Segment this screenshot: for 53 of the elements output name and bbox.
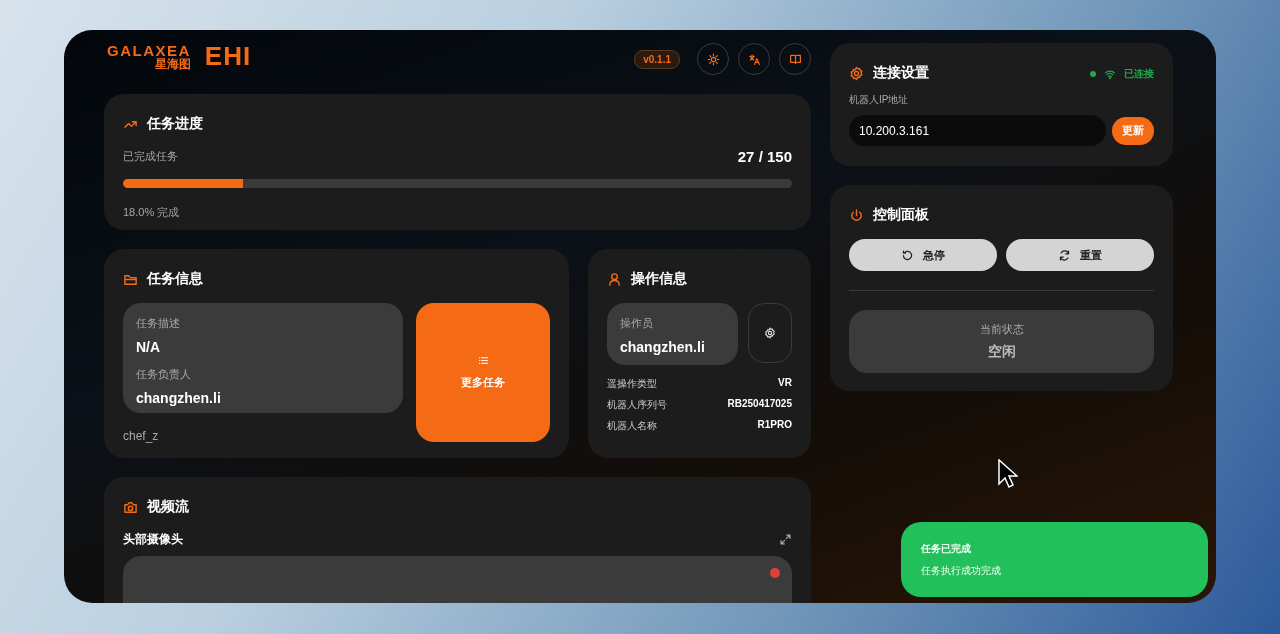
toast-title: 任务已完成: [921, 541, 972, 556]
camera-label: 头部摄像头: [123, 531, 183, 548]
settings-icon: [849, 65, 864, 81]
task-tag: chef_z: [123, 429, 403, 443]
field-value: changzhen.li: [620, 339, 706, 355]
status-label: 当前状态: [979, 322, 1024, 337]
logo-subtitle: 星海图: [154, 57, 191, 70]
field-value: changzhen.li: [136, 390, 222, 406]
list-icon: [477, 355, 489, 366]
user-icon: [607, 271, 622, 287]
expand-icon: [779, 533, 792, 546]
detail-label: 遥操作类型: [607, 377, 657, 391]
card-title: 操作信息: [631, 270, 687, 288]
detail-label: 机器人名称: [607, 419, 657, 433]
progress-label: 已完成任务: [123, 149, 178, 164]
refresh-icon: [1058, 248, 1071, 262]
emergency-stop-button[interactable]: 急停: [849, 239, 997, 271]
card-title: 视频流: [147, 498, 189, 516]
wifi-icon: [1104, 68, 1116, 80]
card-title: 任务信息: [147, 270, 203, 288]
status-value: 空闲: [987, 343, 1016, 361]
field-value: N/A: [136, 339, 162, 355]
sun-icon: [706, 52, 720, 66]
status-dot: [1090, 71, 1096, 77]
progress-percent: 18.0% 完成: [123, 206, 180, 218]
reset-button[interactable]: 重置: [1006, 239, 1154, 271]
connection-status: 已连接: [1124, 67, 1154, 81]
ip-input-field[interactable]: 10.200.3.161: [849, 115, 1106, 146]
card-title: 控制面板: [873, 206, 929, 224]
card-title: 任务进度: [147, 115, 203, 133]
camera-icon: [123, 499, 138, 515]
detail-value: R1PRO: [757, 419, 792, 432]
field-label: 机器人IP地址: [849, 93, 910, 107]
progress-count: 27 / 150: [737, 148, 792, 165]
detail-value: RB250417025: [727, 398, 792, 411]
detail-label: 机器人序列号: [607, 398, 667, 412]
version-badge: v0.1.1: [634, 49, 680, 69]
toast-message: 任务执行成功完成: [921, 563, 1002, 578]
fullscreen-button[interactable]: [779, 533, 792, 546]
field-label: 操作员: [620, 316, 654, 331]
translate-icon: [747, 52, 761, 66]
product-logo: EHI: [204, 40, 252, 72]
settings-button[interactable]: [748, 303, 792, 363]
field-label: 任务负责人: [136, 367, 192, 382]
logo-wordmark: GALAXEA: [107, 42, 191, 58]
card-title: 连接设置: [873, 64, 929, 82]
detail-value: VR: [778, 377, 792, 390]
book-icon: [788, 52, 802, 66]
rotate-icon: [901, 248, 914, 262]
field-label: 任务描述: [136, 316, 181, 331]
cursor-icon: [998, 459, 1018, 489]
power-icon: [849, 207, 864, 223]
settings-icon: [764, 327, 776, 339]
